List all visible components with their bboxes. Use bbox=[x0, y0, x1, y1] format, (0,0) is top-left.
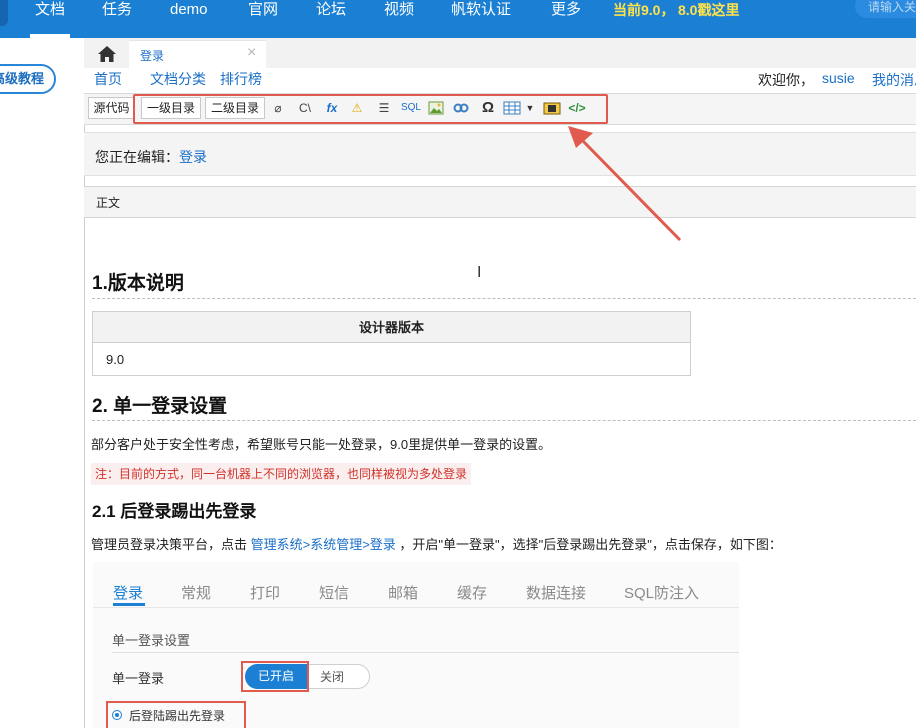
table-cell: 9.0 bbox=[106, 352, 125, 367]
heading-divider bbox=[92, 420, 916, 421]
tab-label: 登录 bbox=[140, 49, 165, 63]
promo-link[interactable]: 8.0戳这里 bbox=[678, 0, 739, 20]
paragraph-admin-post: ，开启"单一登录"，选择"后登录踢出先登录"，点击保存，如下图： bbox=[395, 537, 782, 552]
paragraph-admin-pre: 管理员登录决策平台，点击 bbox=[91, 537, 251, 552]
advanced-tutorial-button[interactable]: 高级教程 bbox=[0, 64, 56, 94]
version-table: 设计器版本 9.0 bbox=[92, 311, 691, 376]
source-code-button[interactable]: 源代码 bbox=[88, 97, 135, 119]
shot-section-title: 单一登录设置 bbox=[112, 633, 191, 648]
editing-title-link[interactable]: 登录 bbox=[179, 147, 207, 167]
shot-divider bbox=[93, 607, 739, 608]
text-cursor-icon: I bbox=[477, 264, 482, 281]
nav-docs[interactable]: 文档 bbox=[35, 0, 65, 22]
nav-active-indicator bbox=[30, 34, 70, 38]
table-header: 设计器版本 bbox=[93, 312, 690, 343]
shot-row-label: 单一登录 bbox=[112, 671, 165, 686]
shot-tab-cache: 缓存 bbox=[457, 585, 488, 602]
heading-divider bbox=[92, 298, 916, 299]
home-icon[interactable] bbox=[97, 45, 117, 63]
editing-label: 您正在编辑： bbox=[95, 149, 179, 165]
promo-text: 当前9.0， bbox=[613, 2, 675, 18]
shot-tab-sql-injection: SQL防注入 bbox=[624, 585, 700, 602]
shot-toggle-off: 关闭 bbox=[320, 670, 345, 684]
toolbar-highlight-box bbox=[133, 94, 608, 124]
shot-tab-sms: 短信 bbox=[319, 585, 350, 602]
radio-icon bbox=[112, 710, 122, 720]
logo bbox=[0, 0, 8, 26]
body-label: 正文 bbox=[96, 196, 121, 210]
paragraph-admin: 管理员登录决策平台，点击 管理系统>系统管理>登录 ，开启"单一登录"，选择"后… bbox=[91, 534, 782, 553]
admin-path-link[interactable]: 管理系统>系统管理>登录 bbox=[251, 537, 396, 552]
heading-single-login: 2. 单一登录设置 bbox=[92, 396, 228, 417]
close-icon[interactable]: × bbox=[247, 44, 256, 62]
nav-video[interactable]: 视频 bbox=[384, 0, 414, 22]
nav-certification[interactable]: 帆软认证 bbox=[451, 0, 511, 22]
shot-tab-data-connection: 数据连接 bbox=[526, 585, 587, 602]
username-link[interactable]: susie bbox=[822, 70, 855, 86]
nav-forum[interactable]: 论坛 bbox=[316, 0, 346, 22]
shot-radio-label: 后登陆踢出先登录 bbox=[129, 709, 226, 723]
body-section-header bbox=[84, 186, 916, 218]
nav-demo[interactable]: demo bbox=[170, 0, 208, 22]
subnav-ranking[interactable]: 排行榜 bbox=[220, 69, 262, 89]
paragraph-single-login: 部分客户处于安全性考虑，希望账号只能一处登录，9.0里提供单一登录的设置。 bbox=[91, 437, 552, 452]
note-text: 注：目前的方式，同一台机器上不同的浏览器，也同样被视为多处登录 bbox=[91, 463, 472, 485]
editing-bar bbox=[84, 132, 916, 176]
nav-tasks[interactable]: 任务 bbox=[102, 0, 132, 22]
top-nav-bar: 文档 任务 demo 官网 论坛 视频 帆软认证 更多 当前9.0， 8.0戳这… bbox=[0, 0, 916, 38]
heading-version: 1.版本说明 bbox=[92, 273, 184, 294]
heading-kickout: 2.1 后登录踢出先登录 bbox=[92, 502, 257, 521]
shot-tab-print: 打印 bbox=[250, 585, 281, 602]
toggle-highlight-box bbox=[241, 661, 309, 692]
welcome-text: 欢迎你， bbox=[758, 72, 814, 88]
subnav-categories[interactable]: 文档分类 bbox=[150, 69, 206, 89]
shot-active-tab-indicator bbox=[113, 603, 145, 606]
subnav-home[interactable]: 首页 bbox=[94, 69, 122, 89]
nav-more[interactable]: 更多 bbox=[551, 0, 581, 22]
shot-tab-general: 常规 bbox=[181, 585, 212, 602]
search-placeholder: 请输入关 bbox=[868, 0, 916, 14]
nav-official-site[interactable]: 官网 bbox=[248, 0, 278, 22]
shot-tab-email: 邮箱 bbox=[388, 585, 419, 602]
shot-tab-login: 登录 bbox=[113, 585, 144, 602]
shot-section-divider bbox=[112, 652, 739, 653]
tab-login[interactable]: 登录 × bbox=[129, 40, 266, 68]
my-messages-link[interactable]: 我的消息 bbox=[872, 70, 916, 90]
